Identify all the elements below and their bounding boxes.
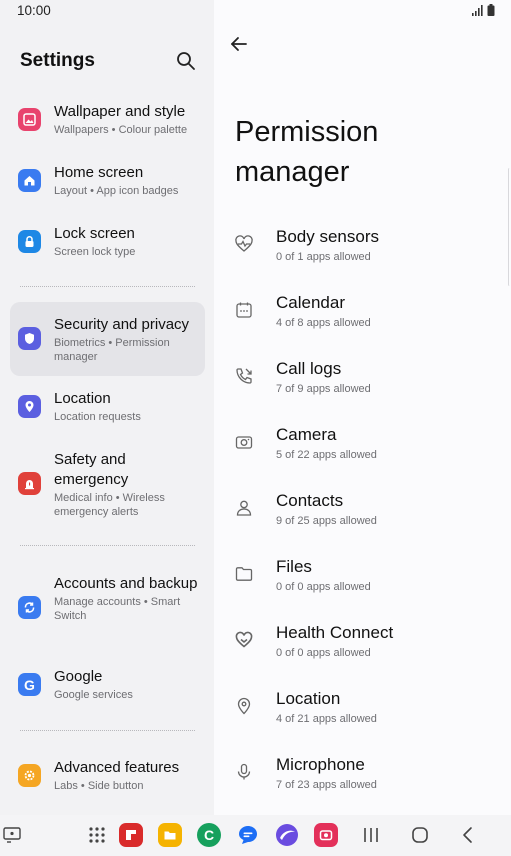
perm-label: Location: [276, 689, 341, 708]
flipboard-app-icon[interactable]: [119, 823, 143, 847]
divider: [20, 545, 195, 546]
app-drawer-icon[interactable]: [87, 825, 107, 845]
perm-item-health-connect[interactable]: Health Connect 0 of 0 apps allowed: [222, 622, 502, 680]
menu-label: Safety and emergency: [54, 451, 129, 488]
call-log-icon: [236, 368, 252, 384]
status-bar: 10:00: [0, 0, 511, 22]
gear-plus-icon: [18, 764, 41, 787]
perm-sub: 0 of 0 apps allowed: [276, 581, 371, 593]
page-title: Permission manager: [235, 116, 379, 188]
menu-label: Lock screen: [54, 225, 135, 242]
microphone-icon: [237, 763, 251, 780]
perm-label: Health Connect: [276, 623, 394, 642]
wallpaper-icon: [18, 108, 41, 131]
shield-icon: [18, 327, 41, 350]
screen-cast-icon[interactable]: [2, 825, 22, 845]
perm-sub: 0 of 0 apps allowed: [276, 647, 371, 659]
perm-label: Camera: [276, 425, 337, 444]
menu-label: Accounts and backup: [54, 575, 198, 592]
back-button[interactable]: [458, 826, 478, 844]
menu-sub: Wallpapers • Colour palette: [54, 124, 188, 136]
home-button[interactable]: [410, 826, 430, 844]
contact-icon: [236, 500, 252, 516]
menu-label: Location: [54, 390, 111, 407]
perm-item-calendar[interactable]: Calendar 4 of 8 apps allowed: [222, 292, 502, 350]
menu-item-safety-emergency[interactable]: Safety and emergency Medical info • Wire…: [10, 448, 205, 522]
divider: [20, 286, 195, 287]
perm-item-files[interactable]: Files 0 of 0 apps allowed: [222, 556, 502, 614]
menu-item-advanced-features[interactable]: Advanced features Labs • Side button: [10, 756, 205, 798]
menu-item-lock-screen[interactable]: Lock screen Screen lock type: [10, 222, 205, 264]
status-time: 10:00: [17, 3, 51, 18]
divider: [20, 730, 195, 731]
menu-label: Home screen: [54, 164, 144, 181]
menu-label: Wallpaper and style: [54, 103, 186, 120]
menu-label: Advanced features: [54, 759, 180, 776]
location-pin-icon: [237, 697, 251, 715]
menu-item-google[interactable]: G Google Google services: [10, 665, 205, 707]
perm-item-location[interactable]: Location 4 of 21 apps allowed: [222, 688, 502, 746]
perm-item-camera[interactable]: Camera 5 of 22 apps allowed: [222, 424, 502, 482]
perm-item-body-sensors[interactable]: Body sensors 0 of 1 apps allowed: [222, 226, 502, 284]
perm-item-contacts[interactable]: Contacts 9 of 25 apps allowed: [222, 490, 502, 548]
perm-sub: 7 of 23 apps allowed: [276, 779, 377, 791]
menu-sub: Medical info • Wireless emergency alerts: [54, 492, 165, 518]
signal-icon: [472, 4, 483, 16]
menu-item-accounts-backup[interactable]: Accounts and backup Manage accounts • Sm…: [10, 572, 205, 646]
perm-label: Calendar: [276, 293, 345, 312]
menu-item-wallpaper[interactable]: Wallpaper and style Wallpapers • Colour …: [10, 100, 205, 142]
perm-sub: 7 of 9 apps allowed: [276, 383, 371, 395]
menu-sub: Screen lock type: [54, 246, 136, 258]
search-icon[interactable]: [176, 51, 196, 71]
perm-sub: 9 of 25 apps allowed: [276, 515, 377, 527]
folder-icon: [235, 567, 253, 581]
perm-label: Files: [276, 557, 312, 576]
perm-item-call-logs[interactable]: Call logs 7 of 9 apps allowed: [222, 358, 502, 416]
camera-app-icon[interactable]: [314, 823, 338, 847]
internet-app-icon[interactable]: [275, 823, 299, 847]
menu-sub: Layout • App icon badges: [54, 185, 179, 197]
perm-label: Call logs: [276, 359, 342, 378]
menu-sub: Labs • Side button: [54, 780, 144, 792]
location-pin-icon: [18, 395, 41, 418]
emergency-icon: [18, 472, 41, 495]
calendar-icon: [236, 302, 252, 318]
menu-label: Google: [54, 668, 103, 685]
status-icons: [472, 4, 495, 16]
perm-label: Microphone: [276, 755, 365, 774]
menu-sub: Biometrics • Permission manager: [54, 337, 170, 363]
my-files-app-icon[interactable]: [158, 823, 182, 847]
menu-item-security-privacy[interactable]: Security and privacy Biometrics • Permis…: [10, 302, 205, 376]
menu-label: Security and privacy: [54, 316, 190, 333]
perm-item-microphone[interactable]: Microphone 7 of 23 apps allowed: [222, 754, 502, 812]
navigation-bar: C: [0, 815, 511, 856]
menu-item-location[interactable]: Location Location requests: [10, 387, 205, 429]
perm-label: Contacts: [276, 491, 344, 510]
back-arrow-icon[interactable]: [229, 34, 249, 54]
phone-app-icon[interactable]: C: [197, 823, 221, 847]
lock-icon: [18, 230, 41, 253]
google-icon: G: [18, 673, 41, 696]
camera-icon: [235, 436, 253, 449]
perm-sub: 0 of 1 apps allowed: [276, 251, 371, 263]
perm-label: Body sensors: [276, 227, 379, 246]
perm-sub: 4 of 21 apps allowed: [276, 713, 377, 725]
messages-app-icon[interactable]: [236, 823, 260, 847]
perm-sub: 4 of 8 apps allowed: [276, 317, 371, 329]
settings-title: Settings: [20, 50, 95, 71]
sync-icon: [18, 596, 41, 619]
perm-sub: 5 of 22 apps allowed: [276, 449, 377, 461]
menu-sub: Location requests: [54, 411, 141, 423]
home-icon: [18, 169, 41, 192]
heartbeat-icon: [235, 235, 253, 252]
menu-sub: Google services: [54, 689, 133, 701]
battery-icon: [487, 4, 495, 16]
menu-item-home-screen[interactable]: Home screen Layout • App icon badges: [10, 161, 205, 203]
health-connect-icon: [235, 631, 253, 648]
menu-sub: Manage accounts • Smart Switch: [54, 596, 181, 622]
recent-apps-button[interactable]: [361, 826, 381, 844]
